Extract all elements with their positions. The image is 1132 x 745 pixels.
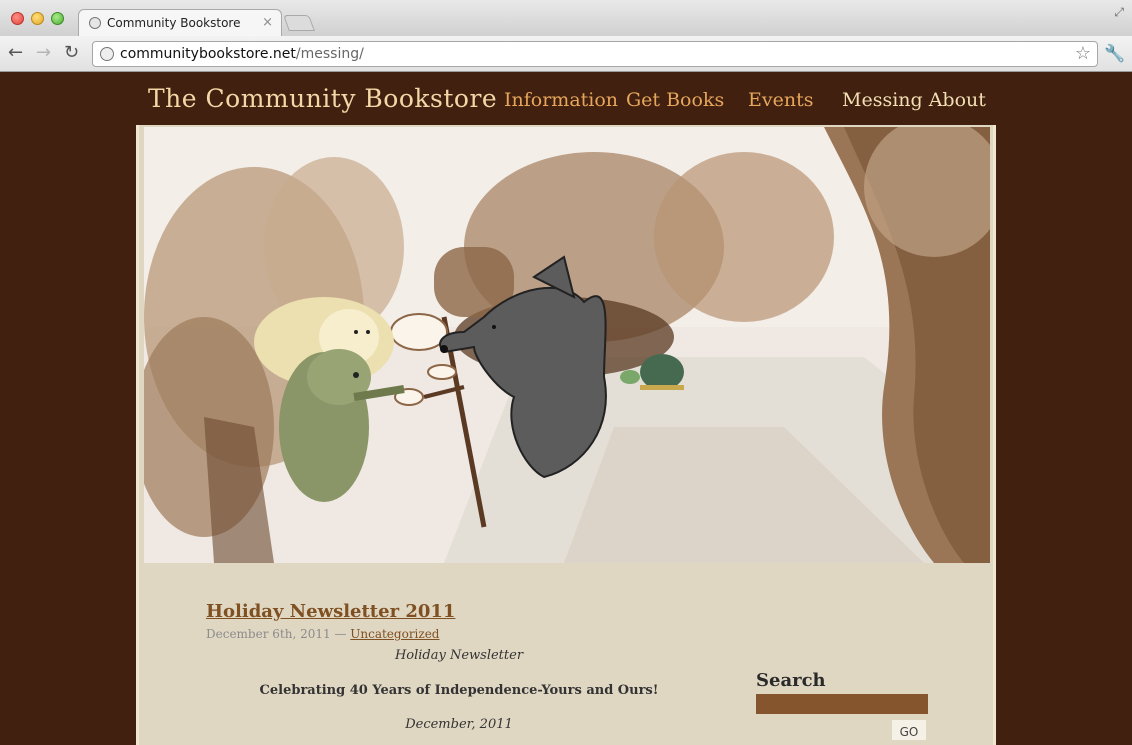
wrench-icon[interactable]: 🔧: [1104, 44, 1125, 64]
post-meta: December 6th, 2011 — Uncategorized: [206, 627, 440, 641]
new-tab-button[interactable]: [283, 15, 315, 31]
browser-tab-bar: Community Bookstore × ⤢: [0, 0, 1132, 37]
bookmark-star-icon[interactable]: ☆: [1075, 43, 1091, 64]
nav-get-books[interactable]: Get Books: [626, 89, 724, 111]
address-bar[interactable]: communitybookstore.net/messing/ ☆: [92, 41, 1098, 67]
post-date: December 6th, 2011: [206, 627, 331, 641]
nav-events[interactable]: Events: [748, 89, 813, 111]
globe-icon: [100, 47, 114, 61]
nav-messing-about[interactable]: Messing About: [842, 89, 986, 111]
post-line: December, 2011: [405, 717, 513, 732]
search-input[interactable]: [756, 694, 928, 714]
post-line: Celebrating 40 Years of Independence-You…: [259, 683, 659, 698]
fullscreen-icon[interactable]: ⤢: [1114, 5, 1124, 20]
zoom-window-button[interactable]: [51, 12, 64, 25]
minimize-window-button[interactable]: [31, 12, 44, 25]
reload-icon[interactable]: ↻: [64, 43, 79, 63]
post-line: Holiday Newsletter: [394, 648, 524, 663]
post-category-link[interactable]: Uncategorized: [350, 627, 439, 641]
tab-title: Community Bookstore: [107, 16, 241, 30]
banner-illustration: [144, 127, 990, 563]
nav-information[interactable]: Information: [504, 89, 618, 111]
search-go-button[interactable]: GO: [892, 720, 926, 740]
back-arrow-icon[interactable]: ←: [8, 43, 23, 63]
browser-toolbar: ← → ↻ communitybookstore.net/messing/ ☆ …: [0, 36, 1132, 72]
globe-icon: [89, 17, 101, 29]
browser-tab[interactable]: Community Bookstore ×: [78, 9, 282, 37]
site-title[interactable]: The Community Bookstore: [148, 84, 497, 113]
meta-separator: —: [330, 627, 351, 641]
url-text[interactable]: communitybookstore.net/messing/: [120, 46, 364, 62]
search-heading: Search: [756, 670, 826, 691]
close-tab-icon[interactable]: ×: [262, 15, 273, 30]
post-title[interactable]: Holiday Newsletter 2011: [206, 601, 455, 622]
forward-arrow-icon[interactable]: →: [36, 43, 51, 63]
close-window-button[interactable]: [11, 12, 24, 25]
